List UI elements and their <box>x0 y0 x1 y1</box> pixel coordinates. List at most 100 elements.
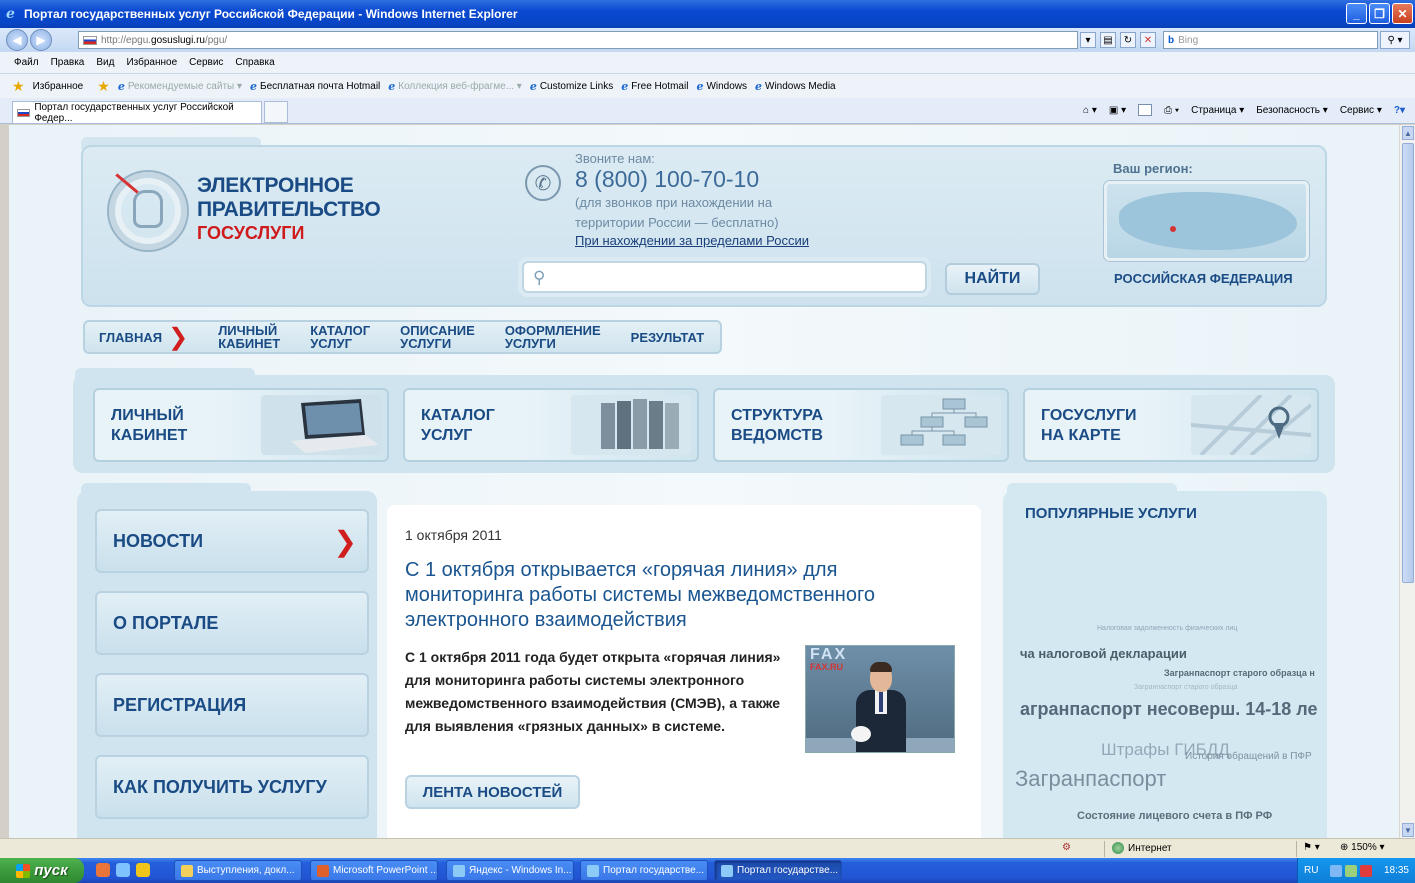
security-zone: Интернет <box>1112 842 1172 854</box>
popular-tag[interactable]: История обращений в ПФР <box>1185 751 1312 762</box>
address-input[interactable]: http://epgu. gosuslugi.ru/pgu/ <box>78 31 1078 49</box>
breadcrumb-application[interactable]: ОФОРМЛЕНИЕ УСЛУГИ <box>490 320 617 354</box>
language-indicator[interactable]: RU <box>1304 865 1318 876</box>
tile-personal-cabinet[interactable]: ЛИЧНЫЙ КАБИНЕТ <box>93 388 389 462</box>
tile-service-catalog[interactable]: КАТАЛОГ УСЛУГ <box>403 388 699 462</box>
taskbar-item-yandex[interactable]: Яндекс - Windows In... <box>446 860 574 881</box>
menu-view[interactable]: Вид <box>96 57 114 68</box>
feeds-icon[interactable]: ▣ ▾ <box>1109 105 1126 116</box>
breadcrumb-description[interactable]: ОПИСАНИЕ УСЛУГИ <box>386 320 491 354</box>
popular-tag[interactable]: Налоговая задолженность физических лиц <box>1097 625 1237 632</box>
menu-edit[interactable]: Правка <box>51 57 85 68</box>
dropdown-arrow-icon[interactable]: ▾ <box>1080 32 1096 48</box>
breadcrumb-label: ГЛАВНАЯ <box>99 329 163 345</box>
russia-map-icon <box>1119 192 1297 250</box>
breadcrumb-home[interactable]: ГЛАВНАЯ ❯ <box>83 320 205 354</box>
close-button[interactable]: ✕ <box>1392 3 1413 24</box>
menu-about-portal[interactable]: О ПОРТАЛЕ <box>95 591 369 655</box>
taskbar-item-powerpoint[interactable]: Microsoft PowerPoint ... <box>310 860 438 881</box>
fav-hotmail[interactable]: e Бесплатная почта Hotmail <box>250 80 380 93</box>
breadcrumb-cabinet[interactable]: ЛИЧНЫЙ КАБИНЕТ <box>204 320 297 354</box>
back-button[interactable]: ◀ <box>6 29 28 51</box>
popular-tag[interactable]: Состояние лицевого счета в ПФ РФ <box>1077 810 1272 822</box>
tab-gosuslugi[interactable]: Портал государственных услуг Российской … <box>12 101 262 124</box>
safety-menu[interactable]: Безопасность ▾ <box>1256 105 1328 116</box>
search-input[interactable]: b Bing <box>1163 31 1378 49</box>
ie-page-icon: e <box>388 79 396 93</box>
tray-antivirus-icon[interactable] <box>1360 864 1373 877</box>
breadcrumb-result[interactable]: РЕЗУЛЬТАТ <box>616 320 723 354</box>
portal-search-input[interactable]: ⚲ <box>522 261 927 293</box>
add-favorite-icon[interactable]: ★ <box>97 78 110 95</box>
breadcrumb-catalog[interactable]: КАТАЛОГ УСЛУГ <box>296 320 387 354</box>
taskbar-item-portal-1[interactable]: Портал государстве... <box>580 860 708 881</box>
search-go-button[interactable]: ⚲ ▾ <box>1380 31 1410 49</box>
fav-customize-links[interactable]: e Customize Links <box>530 80 613 93</box>
fav-windows[interactable]: e Windows <box>696 80 747 93</box>
zoom-level[interactable]: ⊕ 150% ▾ <box>1340 842 1385 853</box>
popular-tag[interactable]: Загранпаспорт <box>1015 766 1166 792</box>
menu-tools[interactable]: Сервис <box>189 57 223 68</box>
forward-button[interactable]: ▶ <box>30 29 52 51</box>
news-title-link[interactable]: С 1 октября открывается «горячая линия» … <box>405 558 945 633</box>
fav-web-slices[interactable]: e Коллекция веб-фрагме... ▾ <box>388 80 522 93</box>
help-icon[interactable]: ?▾ <box>1394 105 1405 116</box>
tab-label: Портал государственных услуг Российской … <box>34 101 234 124</box>
breadcrumb-label: ОФОРМЛЕНИЕ УСЛУГИ <box>504 323 601 351</box>
print-icon[interactable]: ⎙ ▾ <box>1164 105 1179 116</box>
logo-line1: ЭЛЕКТРОННОЕ <box>197 174 354 197</box>
mail-icon[interactable] <box>1138 104 1153 116</box>
tray-app-icon[interactable] <box>1330 864 1343 877</box>
news-photo[interactable]: FAX FAX.RU <box>805 645 955 753</box>
menu-how-to-get-service[interactable]: КАК ПОЛУЧИТЬ УСЛУГУ <box>95 755 369 819</box>
region-map[interactable] <box>1104 181 1309 261</box>
tray-network-icon[interactable] <box>1345 864 1358 877</box>
compatibility-view-icon[interactable]: ▤ <box>1100 32 1116 48</box>
gosuslugi-logo-icon[interactable] <box>109 172 187 250</box>
quicklaunch-app-icon[interactable] <box>96 863 110 877</box>
taskbar-item-folder[interactable]: Выступления, докл... <box>174 860 302 881</box>
quicklaunch-ie-icon[interactable] <box>116 863 130 877</box>
tile-agency-structure[interactable]: СТРУКТУРА ВЕДОМСТВ <box>713 388 1009 462</box>
address-prefix: http://epgu. <box>101 34 152 46</box>
find-button[interactable]: НАЙТИ <box>945 263 1040 295</box>
popular-tag[interactable]: Загранпаспорт старого образца <box>1134 684 1237 691</box>
scroll-up-icon[interactable]: ▲ <box>1402 126 1414 140</box>
popular-tag[interactable]: ча налоговой декларации <box>1020 646 1187 661</box>
protected-mode-icon[interactable]: ⚑ ▾ <box>1303 842 1320 853</box>
region-name-link[interactable]: РОССИЙСКАЯ ФЕДЕРАЦИЯ <box>1114 271 1293 286</box>
refresh-icon[interactable]: ↻ <box>1120 32 1136 48</box>
abroad-contact-link[interactable]: При нахождении за пределами России <box>575 233 809 248</box>
menu-news[interactable]: НОВОСТИ ❯ <box>95 509 369 573</box>
fav-suggested-sites[interactable]: e Рекомендуемые сайты ▾ <box>118 80 242 93</box>
favorites-bar: ★ Избранное ★ e Рекомендуемые сайты ▾ e Бе… <box>0 74 1415 98</box>
quicklaunch-media-icon[interactable] <box>136 863 150 877</box>
favorites-button[interactable]: Избранное <box>33 81 84 92</box>
taskbar-item-portal-2[interactable]: Портал государстве... <box>714 860 842 881</box>
menu-help[interactable]: Справка <box>235 57 274 68</box>
address-toolbar: ◀ ▶ http://epgu. gosuslugi.ru/pgu/ ▾ ▤ ↻ … <box>0 28 1415 52</box>
menu-favorites[interactable]: Избранное <box>126 57 177 68</box>
page-menu[interactable]: Страница ▾ <box>1191 105 1244 116</box>
restore-button[interactable]: ❐ <box>1369 3 1390 24</box>
menu-file[interactable]: Файл <box>14 57 39 68</box>
fav-windows-media[interactable]: e Windows Media <box>755 80 836 93</box>
home-icon[interactable]: ⌂ ▾ <box>1083 105 1097 116</box>
scroll-down-icon[interactable]: ▼ <box>1402 823 1414 837</box>
scroll-thumb[interactable] <box>1402 143 1414 583</box>
tile-services-map[interactable]: ГОСУСЛУГИ НА КАРТЕ <box>1023 388 1319 462</box>
windows-logo-icon <box>16 863 31 878</box>
tools-menu[interactable]: Сервис ▾ <box>1340 105 1382 116</box>
menu-registration[interactable]: РЕГИСТРАЦИЯ <box>95 673 369 737</box>
start-button[interactable]: пуск <box>0 858 84 883</box>
new-tab-button[interactable] <box>264 101 288 123</box>
minimize-button[interactable]: _ <box>1346 3 1367 24</box>
popular-tag[interactable]: агранпаспорт несоверш. 14-18 ле <box>1020 699 1317 720</box>
stop-icon[interactable]: ✕ <box>1140 32 1156 48</box>
vertical-scrollbar[interactable]: ▲ ▼ <box>1399 125 1415 838</box>
news-feed-button[interactable]: ЛЕНТА НОВОСТЕЙ <box>405 775 580 809</box>
logo-title[interactable]: ЭЛЕКТРОННОЕ ПРАВИТЕЛЬСТВО <box>197 174 381 222</box>
popular-tag[interactable]: Загранпаспорт старого образца н <box>1164 668 1315 678</box>
fav-free-hotmail[interactable]: e Free Hotmail <box>621 80 688 93</box>
tile-label: СТРУКТУРА ВЕДОМСТВ <box>731 407 824 444</box>
